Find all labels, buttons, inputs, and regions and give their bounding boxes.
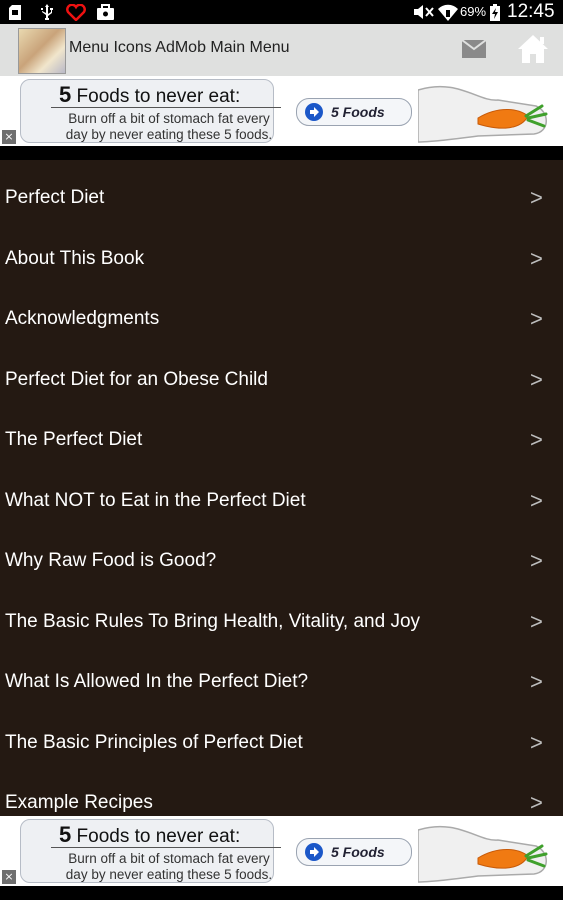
menu-item-label: Why Raw Food is Good? bbox=[5, 550, 217, 571]
home-icon[interactable] bbox=[517, 34, 549, 64]
ad-headline: 5 Foods to never eat: bbox=[59, 82, 241, 107]
menu-list: Perfect Diet > About This Book > Acknowl… bbox=[0, 160, 563, 816]
chevron-right-icon: > bbox=[530, 306, 543, 331]
menu-item-what-is-allowed[interactable]: What Is Allowed In the Perfect Diet? > bbox=[0, 652, 563, 712]
status-bar: 69% 12:45 bbox=[0, 0, 563, 24]
menu-item-raw-food[interactable]: Why Raw Food is Good? > bbox=[0, 531, 563, 591]
usb-icon bbox=[40, 4, 54, 20]
battery-icon bbox=[489, 3, 501, 21]
menu-item-label: What Is Allowed In the Perfect Diet? bbox=[5, 671, 309, 692]
wifi-icon bbox=[438, 4, 458, 21]
chevron-right-icon: > bbox=[530, 488, 543, 513]
close-icon[interactable]: × bbox=[2, 130, 16, 144]
clock: 12:45 bbox=[507, 1, 555, 22]
close-icon[interactable]: × bbox=[2, 870, 16, 884]
menu-item-label: Perfect Diet bbox=[5, 187, 105, 208]
menu-item-label: Example Recipes bbox=[5, 792, 153, 813]
menu-item-label: About This Book bbox=[5, 248, 145, 269]
battery-percent: 69% bbox=[460, 4, 487, 19]
chevron-right-icon: > bbox=[530, 730, 543, 755]
app-icon[interactable] bbox=[18, 28, 66, 74]
arrow-right-icon bbox=[305, 103, 323, 121]
chevron-right-icon: > bbox=[530, 609, 543, 634]
arrow-right-icon bbox=[305, 843, 323, 861]
carrot-icon bbox=[417, 816, 563, 886]
app-title: Menu Icons AdMob Main Menu bbox=[69, 39, 290, 56]
menu-item-obese-child[interactable]: Perfect Diet for an Obese Child > bbox=[0, 350, 563, 410]
menu-item-label: What NOT to Eat in the Perfect Diet bbox=[5, 490, 306, 511]
menu-item-basic-rules[interactable]: The Basic Rules To Bring Health, Vitalit… bbox=[0, 592, 563, 652]
menu-item-label: The Perfect Diet bbox=[5, 429, 143, 450]
chevron-right-icon: > bbox=[530, 185, 543, 210]
ad-banner-bottom[interactable]: 5 Foods to never eat: Burn off a bit of … bbox=[0, 816, 563, 886]
ad-divider bbox=[51, 107, 281, 108]
bag-icon bbox=[96, 4, 114, 20]
menu-item-acknowledgments[interactable]: Acknowledgments > bbox=[0, 289, 563, 349]
ad-headline: 5 Foods to never eat: bbox=[59, 822, 241, 847]
menu-item-label: The Basic Principles of Perfect Diet bbox=[5, 732, 303, 753]
menu-item-the-perfect-diet[interactable]: The Perfect Diet > bbox=[0, 410, 563, 470]
ad-divider bbox=[51, 847, 281, 848]
menu-item-perfect-diet[interactable]: Perfect Diet > bbox=[0, 168, 563, 228]
chevron-right-icon: > bbox=[530, 790, 543, 815]
ad-bubble: 5 Foods to never eat: Burn off a bit of … bbox=[20, 819, 281, 883]
mail-icon[interactable] bbox=[461, 39, 487, 58]
ad-cta-label: 5 Foods bbox=[331, 104, 385, 120]
menu-item-what-not-to-eat[interactable]: What NOT to Eat in the Perfect Diet > bbox=[0, 471, 563, 531]
ad-body: Burn off a bit of stomach fat every day … bbox=[65, 851, 273, 882]
menu-item-label: The Basic Rules To Bring Health, Vitalit… bbox=[5, 611, 421, 632]
chevron-right-icon: > bbox=[530, 427, 543, 452]
mute-icon bbox=[414, 4, 434, 20]
menu-item-label: Acknowledgments bbox=[5, 308, 160, 329]
ad-cta-button[interactable]: 5 Foods bbox=[296, 838, 412, 866]
ad-body: Burn off a bit of stomach fat every day … bbox=[65, 111, 273, 142]
action-bar: Menu Icons AdMob Main Menu bbox=[0, 24, 563, 76]
menu-item-label: Perfect Diet for an Obese Child bbox=[5, 369, 268, 390]
menu-item-about-this-book[interactable]: About This Book > bbox=[0, 229, 563, 289]
chevron-right-icon: > bbox=[530, 548, 543, 573]
menu-item-basic-principles[interactable]: The Basic Principles of Perfect Diet > bbox=[0, 713, 563, 773]
ad-cta-button[interactable]: 5 Foods bbox=[296, 98, 412, 126]
chevron-right-icon: > bbox=[530, 246, 543, 271]
heart-icon bbox=[66, 3, 86, 21]
chevron-right-icon: > bbox=[530, 367, 543, 392]
chevron-right-icon: > bbox=[530, 669, 543, 694]
ad-bubble: 5 Foods to never eat: Burn off a bit of … bbox=[20, 79, 281, 143]
menu-item-example-recipes[interactable]: Example Recipes > bbox=[0, 773, 563, 816]
ad-cta-label: 5 Foods bbox=[331, 844, 385, 860]
carrot-icon bbox=[417, 76, 563, 146]
ad-banner-top[interactable]: 5 Foods to never eat: Burn off a bit of … bbox=[0, 76, 563, 146]
sd-card-icon bbox=[8, 4, 22, 20]
